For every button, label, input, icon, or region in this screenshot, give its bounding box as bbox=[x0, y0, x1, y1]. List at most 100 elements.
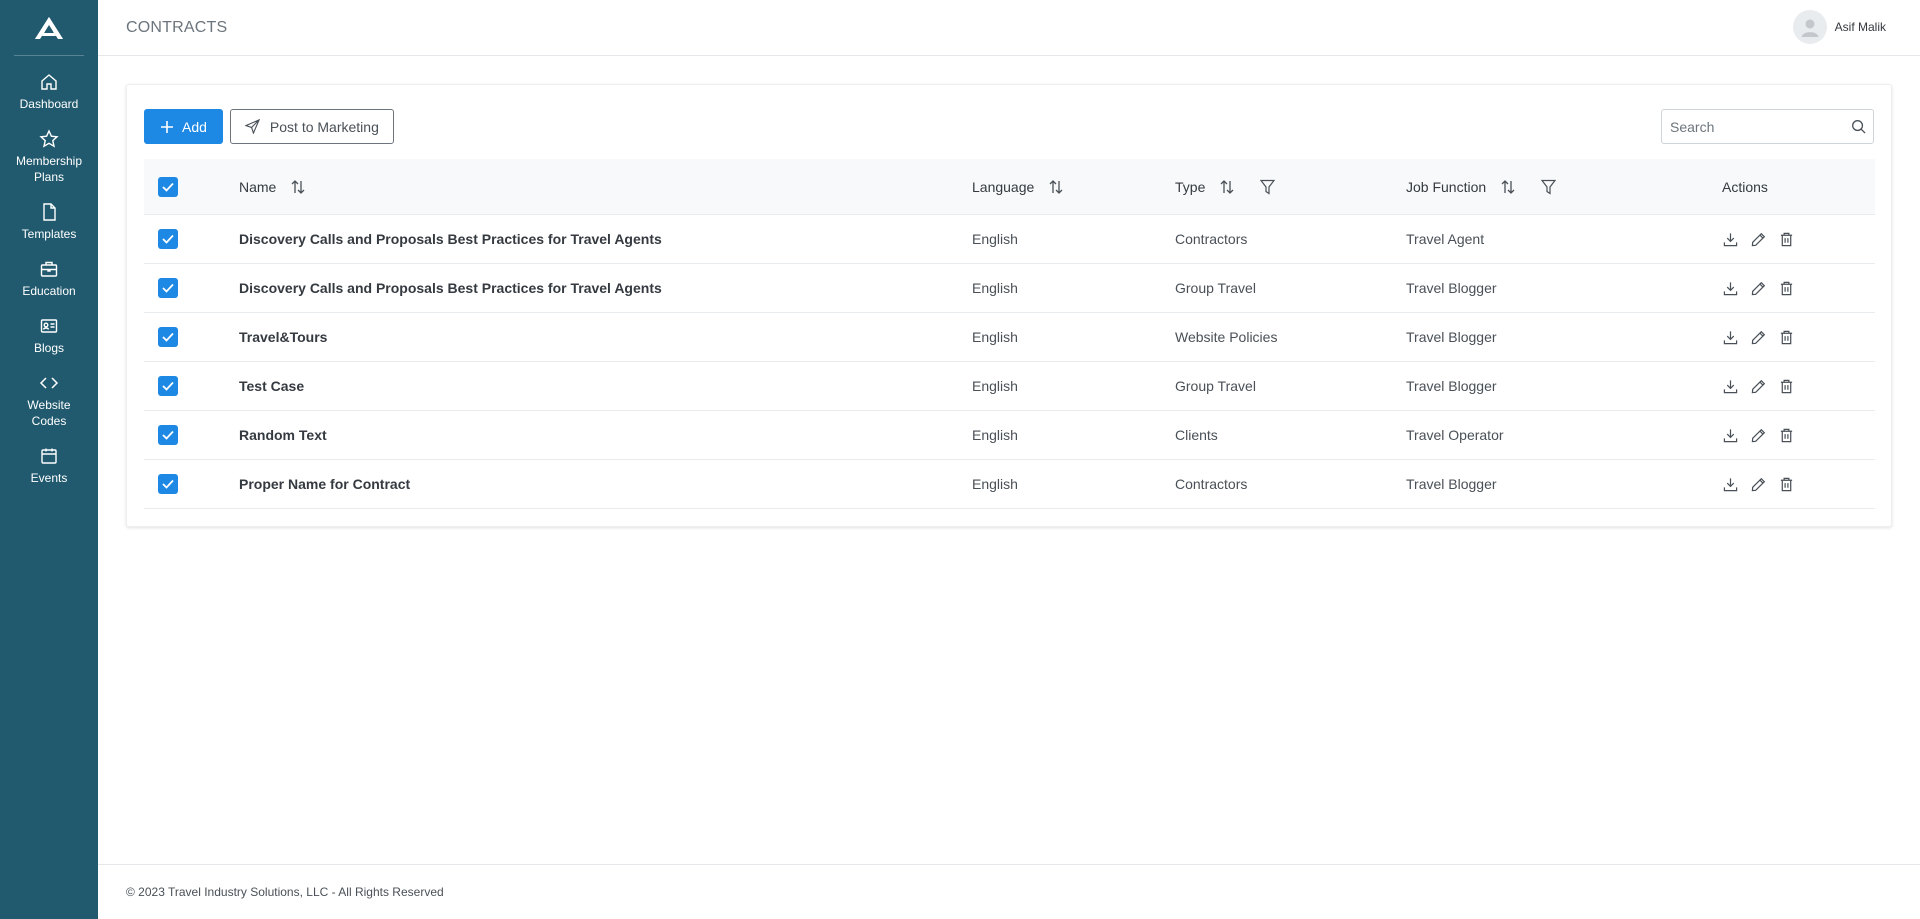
table-header: Name Language Type Job Function Actions bbox=[144, 159, 1875, 215]
add-button[interactable]: Add bbox=[144, 109, 223, 144]
star-icon bbox=[39, 129, 59, 148]
column-header-language[interactable]: Language bbox=[972, 159, 1064, 214]
sidebar-item-dashboard[interactable]: Dashboard bbox=[0, 70, 98, 114]
cell-job-function: Travel Operator bbox=[1406, 427, 1504, 443]
select-all-checkbox[interactable] bbox=[158, 176, 178, 197]
sidebar-item-membership-plans[interactable]: Membership Plans bbox=[0, 127, 98, 187]
cell-language: English bbox=[972, 329, 1018, 345]
check-icon bbox=[162, 332, 174, 342]
filter-icon[interactable] bbox=[1541, 179, 1557, 195]
code-icon bbox=[39, 377, 59, 389]
delete-icon[interactable] bbox=[1778, 476, 1795, 493]
logo-icon bbox=[35, 16, 63, 39]
delete-icon[interactable] bbox=[1778, 231, 1795, 248]
sidebar-item-label: Blogs bbox=[33, 341, 65, 355]
filter-icon[interactable] bbox=[1260, 179, 1276, 195]
cell-type: Contractors bbox=[1175, 231, 1248, 247]
cell-language: English bbox=[972, 280, 1018, 296]
delete-icon[interactable] bbox=[1778, 329, 1795, 346]
post-to-marketing-button[interactable]: Post to Marketing bbox=[229, 109, 394, 144]
edit-icon[interactable] bbox=[1750, 329, 1767, 346]
download-icon[interactable] bbox=[1722, 476, 1739, 493]
row-checkbox[interactable] bbox=[158, 327, 178, 347]
cell-type: Website Policies bbox=[1175, 329, 1278, 345]
plus-icon bbox=[161, 120, 173, 133]
cell-name: Proper Name for Contract bbox=[239, 476, 411, 492]
table-row: Discovery Calls and Proposals Best Pract… bbox=[144, 215, 1875, 264]
table-row: Proper Name for Contract English Contrac… bbox=[144, 460, 1875, 509]
sidebar-item-label: Membership Plans bbox=[15, 154, 83, 184]
cell-name: Discovery Calls and Proposals Best Pract… bbox=[239, 280, 662, 296]
cell-job-function: Travel Blogger bbox=[1406, 280, 1497, 296]
sort-icon[interactable] bbox=[1219, 179, 1235, 195]
cell-language: English bbox=[972, 378, 1018, 394]
post-button-label: Post to Marketing bbox=[269, 118, 379, 135]
file-icon bbox=[43, 203, 56, 221]
row-checkbox[interactable] bbox=[158, 229, 178, 249]
column-header-actions: Actions bbox=[1722, 159, 1768, 214]
column-label: Language bbox=[972, 178, 1035, 195]
download-icon[interactable] bbox=[1722, 329, 1739, 346]
edit-icon[interactable] bbox=[1750, 378, 1767, 395]
delete-icon[interactable] bbox=[1778, 378, 1795, 395]
send-icon bbox=[244, 119, 260, 134]
check-icon bbox=[162, 182, 174, 192]
check-icon bbox=[162, 479, 174, 489]
edit-icon[interactable] bbox=[1750, 476, 1767, 493]
cell-type: Group Travel bbox=[1175, 378, 1256, 394]
delete-icon[interactable] bbox=[1778, 427, 1795, 444]
edit-icon[interactable] bbox=[1750, 231, 1767, 248]
sort-icon[interactable] bbox=[1500, 179, 1516, 195]
user-icon bbox=[1801, 19, 1819, 37]
row-checkbox[interactable] bbox=[158, 376, 178, 396]
row-actions bbox=[1722, 231, 1795, 248]
page-footer: © 2023 Travel Industry Solutions, LLC - … bbox=[98, 864, 1920, 919]
cell-type: Group Travel bbox=[1175, 280, 1256, 296]
avatar[interactable] bbox=[1792, 10, 1827, 44]
sidebar-item-label: Education bbox=[22, 284, 76, 298]
sidebar: Dashboard Membership Plans Templates Edu… bbox=[0, 0, 98, 919]
sort-icon[interactable] bbox=[1048, 179, 1064, 195]
download-icon[interactable] bbox=[1722, 231, 1739, 248]
sort-icon[interactable] bbox=[290, 179, 306, 195]
column-label: Actions bbox=[1722, 178, 1768, 195]
search-box bbox=[1661, 109, 1874, 144]
cell-job-function: Travel Agent bbox=[1406, 231, 1485, 247]
edit-icon[interactable] bbox=[1750, 280, 1767, 297]
download-icon[interactable] bbox=[1722, 280, 1739, 297]
cell-type: Clients bbox=[1175, 427, 1218, 443]
table-row: Discovery Calls and Proposals Best Pract… bbox=[144, 264, 1875, 313]
sidebar-item-templates[interactable]: Templates bbox=[0, 200, 98, 244]
column-header-type[interactable]: Type bbox=[1175, 159, 1276, 214]
cell-name: Discovery Calls and Proposals Best Pract… bbox=[239, 231, 662, 247]
sidebar-item-events[interactable]: Events bbox=[0, 444, 98, 488]
column-header-job-function[interactable]: Job Function bbox=[1406, 159, 1557, 214]
app-logo[interactable] bbox=[14, 0, 84, 56]
row-checkbox[interactable] bbox=[158, 425, 178, 445]
user-menu[interactable]: Asif Malik bbox=[1792, 10, 1886, 44]
sidebar-item-website-codes[interactable]: Website Codes bbox=[0, 371, 98, 431]
download-icon[interactable] bbox=[1722, 378, 1739, 395]
sidebar-item-blogs[interactable]: Blogs bbox=[0, 314, 98, 358]
home-icon bbox=[41, 74, 57, 90]
cell-job-function: Travel Blogger bbox=[1406, 476, 1497, 492]
row-checkbox[interactable] bbox=[158, 278, 178, 298]
cell-language: English bbox=[972, 231, 1018, 247]
column-label: Type bbox=[1175, 178, 1206, 195]
top-header: CONTRACTS Asif Malik bbox=[98, 0, 1920, 56]
delete-icon[interactable] bbox=[1778, 280, 1795, 297]
edit-icon[interactable] bbox=[1750, 427, 1767, 444]
cell-name: Travel&Tours bbox=[239, 329, 328, 345]
cell-name: Random Text bbox=[239, 427, 327, 443]
row-actions bbox=[1722, 427, 1795, 444]
search-icon[interactable] bbox=[1843, 119, 1873, 134]
cell-job-function: Travel Blogger bbox=[1406, 378, 1497, 394]
add-button-label: Add bbox=[182, 118, 207, 135]
row-checkbox[interactable] bbox=[158, 474, 178, 494]
column-label: Job Function bbox=[1406, 178, 1487, 195]
table-row: Random Text English Clients Travel Opera… bbox=[144, 411, 1875, 460]
search-input[interactable] bbox=[1662, 110, 1843, 143]
sidebar-item-education[interactable]: Education bbox=[0, 257, 98, 301]
column-header-name[interactable]: Name bbox=[239, 159, 306, 214]
download-icon[interactable] bbox=[1722, 427, 1739, 444]
